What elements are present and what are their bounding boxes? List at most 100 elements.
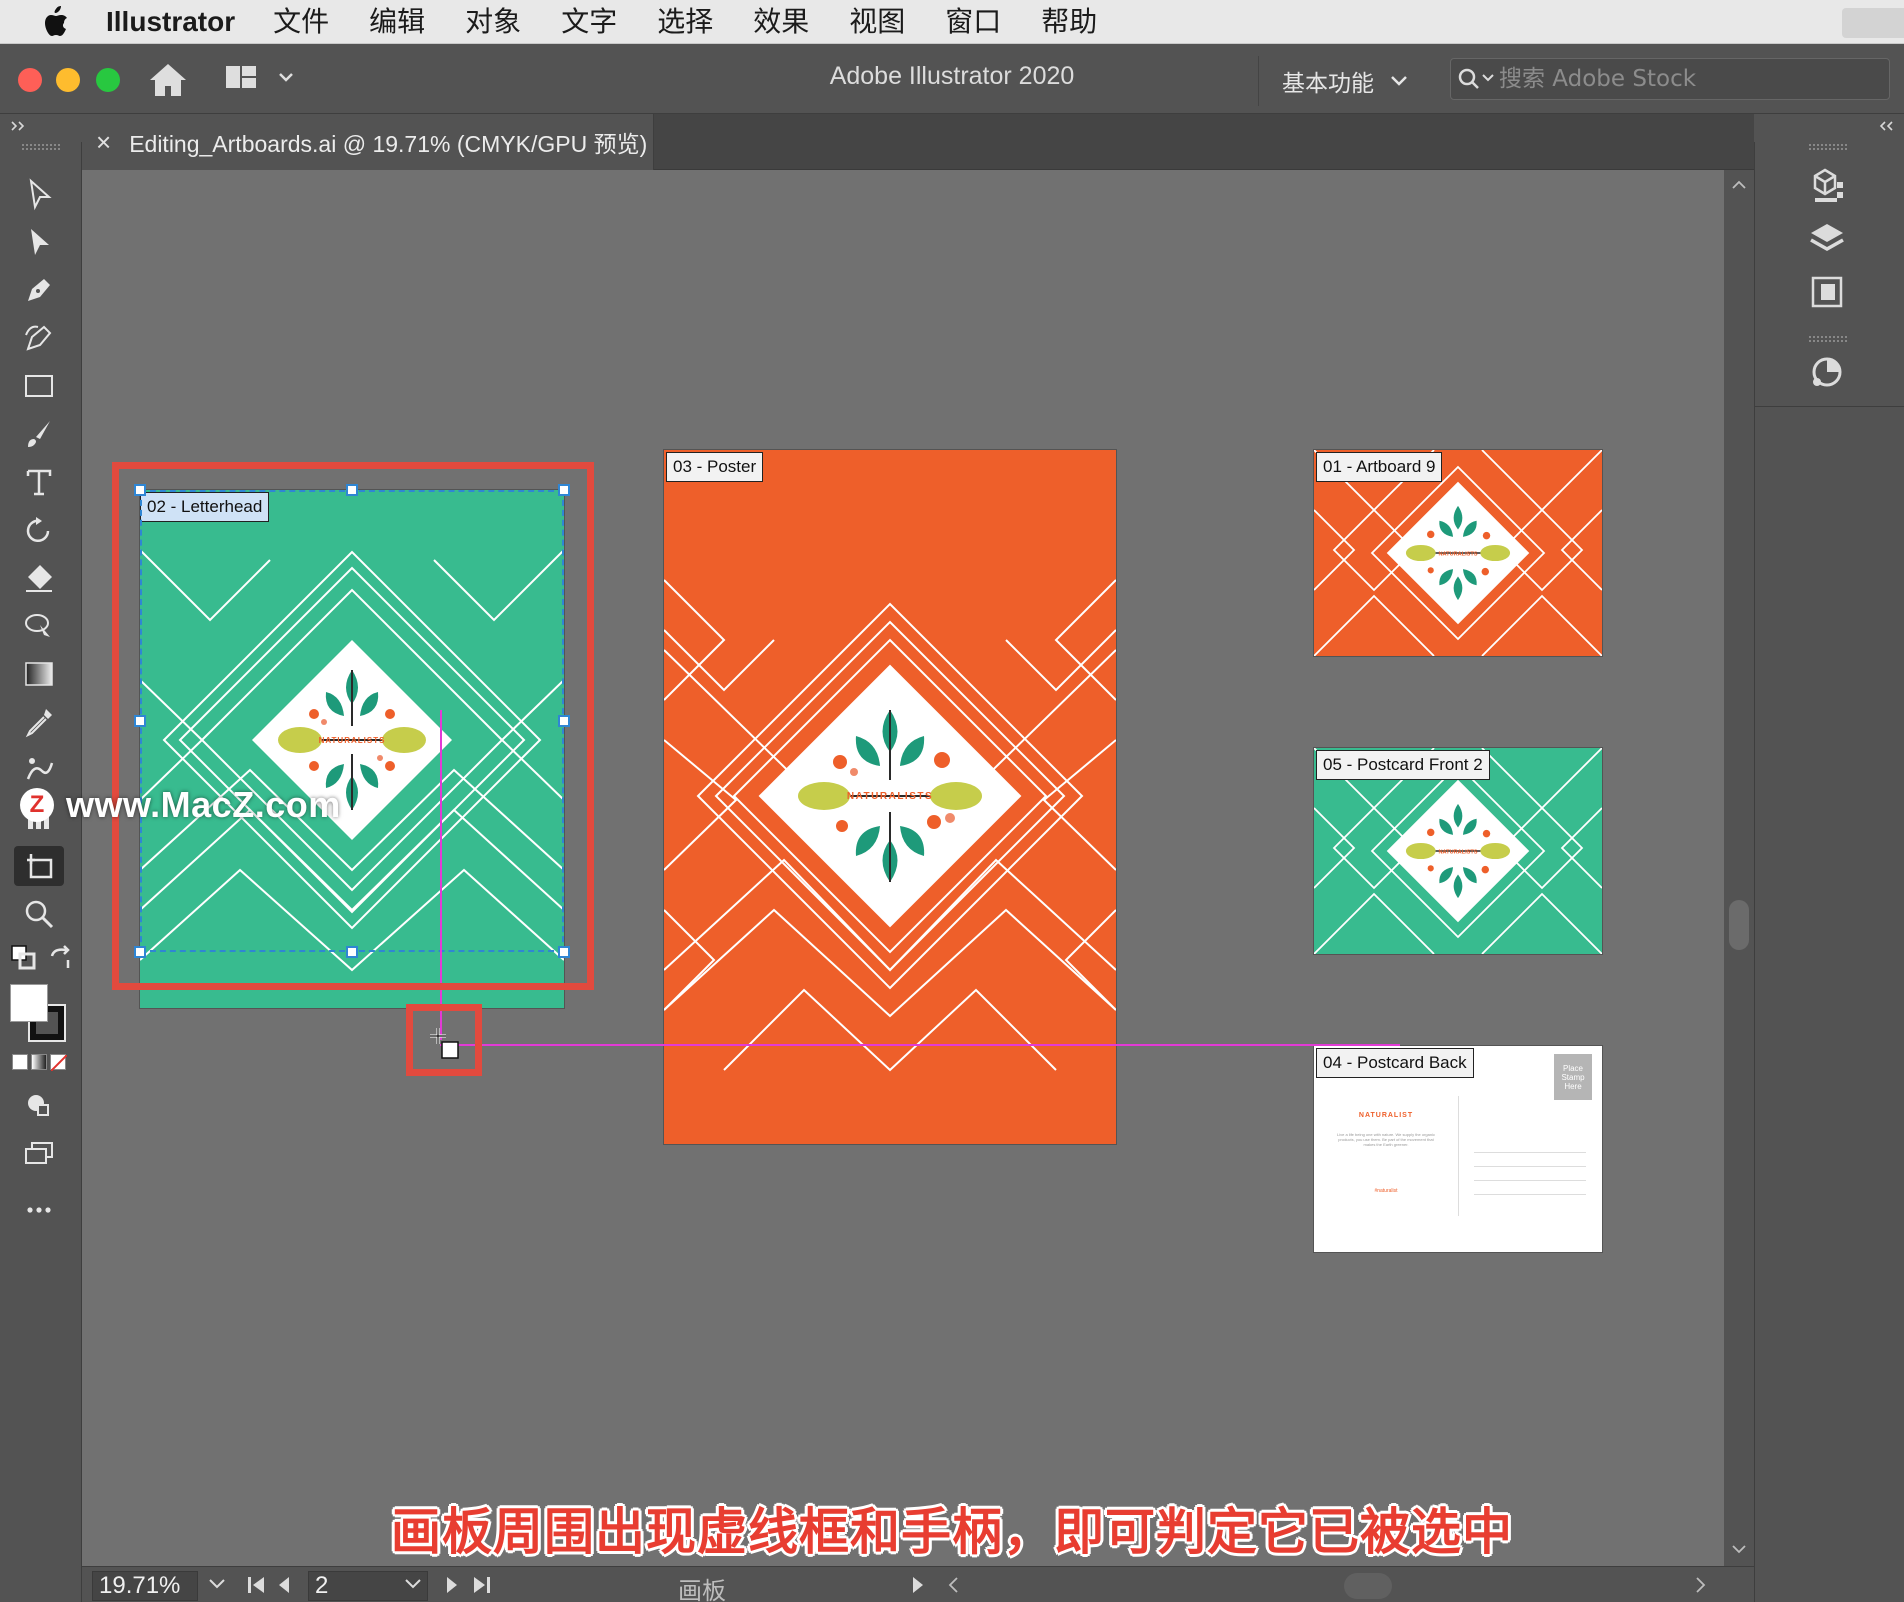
menu-file[interactable]: 文件 [273, 0, 329, 44]
chevron-down-icon [1391, 76, 1407, 86]
draw-mode-button[interactable] [14, 1086, 64, 1126]
zoom-window-button[interactable] [96, 68, 120, 92]
first-artboard-icon[interactable] [246, 1575, 268, 1595]
double-chevron-left-icon [1879, 121, 1893, 131]
screen-mode-icon [25, 1142, 53, 1164]
fill-stroke-swatches[interactable] [10, 984, 70, 1046]
swap-fill-stroke-button[interactable] [46, 944, 76, 974]
vertical-scrollbar[interactable] [1724, 170, 1754, 1566]
zoom-tool[interactable] [14, 894, 64, 934]
artboard-label-poster[interactable]: 03 - Poster [666, 452, 764, 482]
eraser-tool[interactable] [14, 558, 64, 598]
caption-text: 画板周围出现虚线框和手柄，即可判定它已被选中 [391, 1503, 1513, 1561]
eyedropper-icon [25, 709, 52, 738]
selection-tool[interactable] [14, 174, 64, 214]
document-tab[interactable]: × Editing_Artboards.ai @ 19.71% (CMYK/GP… [82, 114, 654, 170]
paintbrush-tool[interactable] [14, 414, 64, 454]
next-artboard-icon[interactable] [444, 1575, 460, 1595]
eyedropper-tool[interactable] [14, 702, 64, 742]
resize-handle-top-left[interactable] [134, 484, 146, 496]
toolbar-collapse-strip[interactable] [0, 114, 82, 142]
artboard-label-postcard-front[interactable]: 05 - Postcard Front 2 [1316, 750, 1490, 780]
postcard-hashtag: #naturalist [1374, 1188, 1398, 1194]
selection-arrow-icon [29, 178, 52, 211]
panel-grip[interactable] [22, 144, 60, 150]
screen-mode-button[interactable] [14, 1134, 64, 1174]
rectangle-icon [25, 375, 53, 397]
menu-view[interactable]: 视图 [849, 0, 905, 44]
panel-grip[interactable] [1809, 144, 1847, 150]
scroll-up-icon[interactable] [1732, 180, 1746, 190]
menu-object[interactable]: 对象 [465, 0, 521, 44]
rotate-tool[interactable] [14, 510, 64, 550]
artboard-9-logo-text: NATURALISTS [1439, 551, 1478, 557]
menu-app-illustrator[interactable]: Illustrator [106, 0, 235, 44]
resize-handle-bottom[interactable] [346, 946, 358, 958]
menu-effect[interactable]: 效果 [753, 0, 809, 44]
artboard-dropdown-chevron-icon[interactable] [404, 1577, 422, 1591]
menu-window[interactable]: 窗口 [945, 0, 1001, 44]
arrange-documents-icon[interactable] [224, 62, 296, 98]
menu-select[interactable]: 选择 [657, 0, 713, 44]
curvature-tool[interactable] [14, 318, 64, 358]
gradient-button[interactable] [31, 1054, 47, 1070]
status-menu-arrow-icon[interactable] [910, 1575, 926, 1595]
direct-selection-tool[interactable] [14, 222, 64, 262]
artboard-label-letterhead[interactable]: 02 - Letterhead [140, 492, 270, 522]
horizontal-scroll-thumb[interactable] [1344, 1573, 1392, 1599]
color-themes-icon[interactable] [1805, 350, 1849, 394]
fill-swatch[interactable] [10, 984, 48, 1022]
close-tab-icon[interactable]: × [96, 127, 111, 158]
canvas[interactable]: NATURALISTS NATURALISTS NATURALISTS NATU… [82, 170, 1724, 1566]
pen-tool[interactable] [14, 270, 64, 310]
last-artboard-icon[interactable] [470, 1575, 492, 1595]
artboard-label-9[interactable]: 01 - Artboard 9 [1316, 452, 1443, 482]
artboard-label-postcard-back[interactable]: 04 - Postcard Back [1316, 1048, 1474, 1078]
document-tab-bar: × Editing_Artboards.ai @ 19.71% (CMYK/GP… [82, 114, 1754, 170]
resize-handle-top-right[interactable] [558, 484, 570, 496]
workspace-dropdown[interactable]: 基本功能 [1282, 64, 1408, 98]
type-tool[interactable] [14, 462, 64, 502]
apple-icon[interactable] [40, 5, 70, 39]
scroll-right-icon[interactable] [1694, 1575, 1708, 1595]
free-transform-tool[interactable] [14, 606, 64, 646]
close-window-button[interactable] [18, 68, 42, 92]
menubar-extra-button[interactable] [1842, 8, 1904, 38]
draw-mode-icon [28, 1095, 49, 1116]
stock-search-input[interactable] [1499, 63, 1879, 95]
previous-artboard-icon[interactable] [276, 1575, 292, 1595]
zoom-dropdown-chevron-icon[interactable] [208, 1577, 226, 1591]
resize-handle-right[interactable] [558, 715, 570, 727]
panel-collapse-strip[interactable] [1754, 114, 1904, 142]
status-label[interactable]: 画板 [678, 1571, 726, 1602]
menu-type[interactable]: 文字 [561, 0, 617, 44]
edit-toolbar-button[interactable] [14, 1190, 64, 1230]
artboard-tool[interactable] [14, 846, 64, 886]
resize-handle-top[interactable] [346, 484, 358, 496]
adobe-stock-search[interactable] [1450, 58, 1890, 100]
color-button[interactable] [12, 1054, 28, 1070]
layers-icon[interactable] [1805, 218, 1849, 262]
zoom-level-field[interactable] [92, 1571, 198, 1601]
menu-edit[interactable]: 编辑 [369, 0, 425, 44]
default-fill-stroke-button[interactable] [10, 944, 40, 974]
artboards-panel-icon[interactable] [1805, 270, 1849, 314]
artboard-poster[interactable]: NATURALISTS [664, 450, 1116, 1144]
home-icon[interactable] [146, 60, 190, 100]
panel-grip[interactable] [1809, 336, 1847, 342]
vertical-scroll-thumb[interactable] [1729, 900, 1749, 950]
libraries-icon[interactable] [1805, 164, 1849, 208]
resize-handle-bottom-left[interactable] [134, 946, 146, 958]
none-button[interactable] [50, 1054, 67, 1071]
resize-handle-left[interactable] [134, 715, 146, 727]
scroll-left-icon[interactable] [946, 1575, 960, 1595]
resize-handle-bottom-right[interactable] [558, 946, 570, 958]
minimize-window-button[interactable] [56, 68, 80, 92]
address-line [1474, 1152, 1586, 1153]
app-titlebar: Adobe Illustrator 2020 基本功能 [0, 44, 1904, 114]
menu-help[interactable]: 帮助 [1041, 0, 1097, 44]
gradient-tool[interactable] [14, 654, 64, 694]
artboard-letterhead[interactable]: NATURALISTS [140, 490, 564, 1008]
rectangle-tool[interactable] [14, 366, 64, 406]
document-tab-label: Editing_Artboards.ai @ 19.71% (CMYK/GPU … [129, 131, 648, 157]
